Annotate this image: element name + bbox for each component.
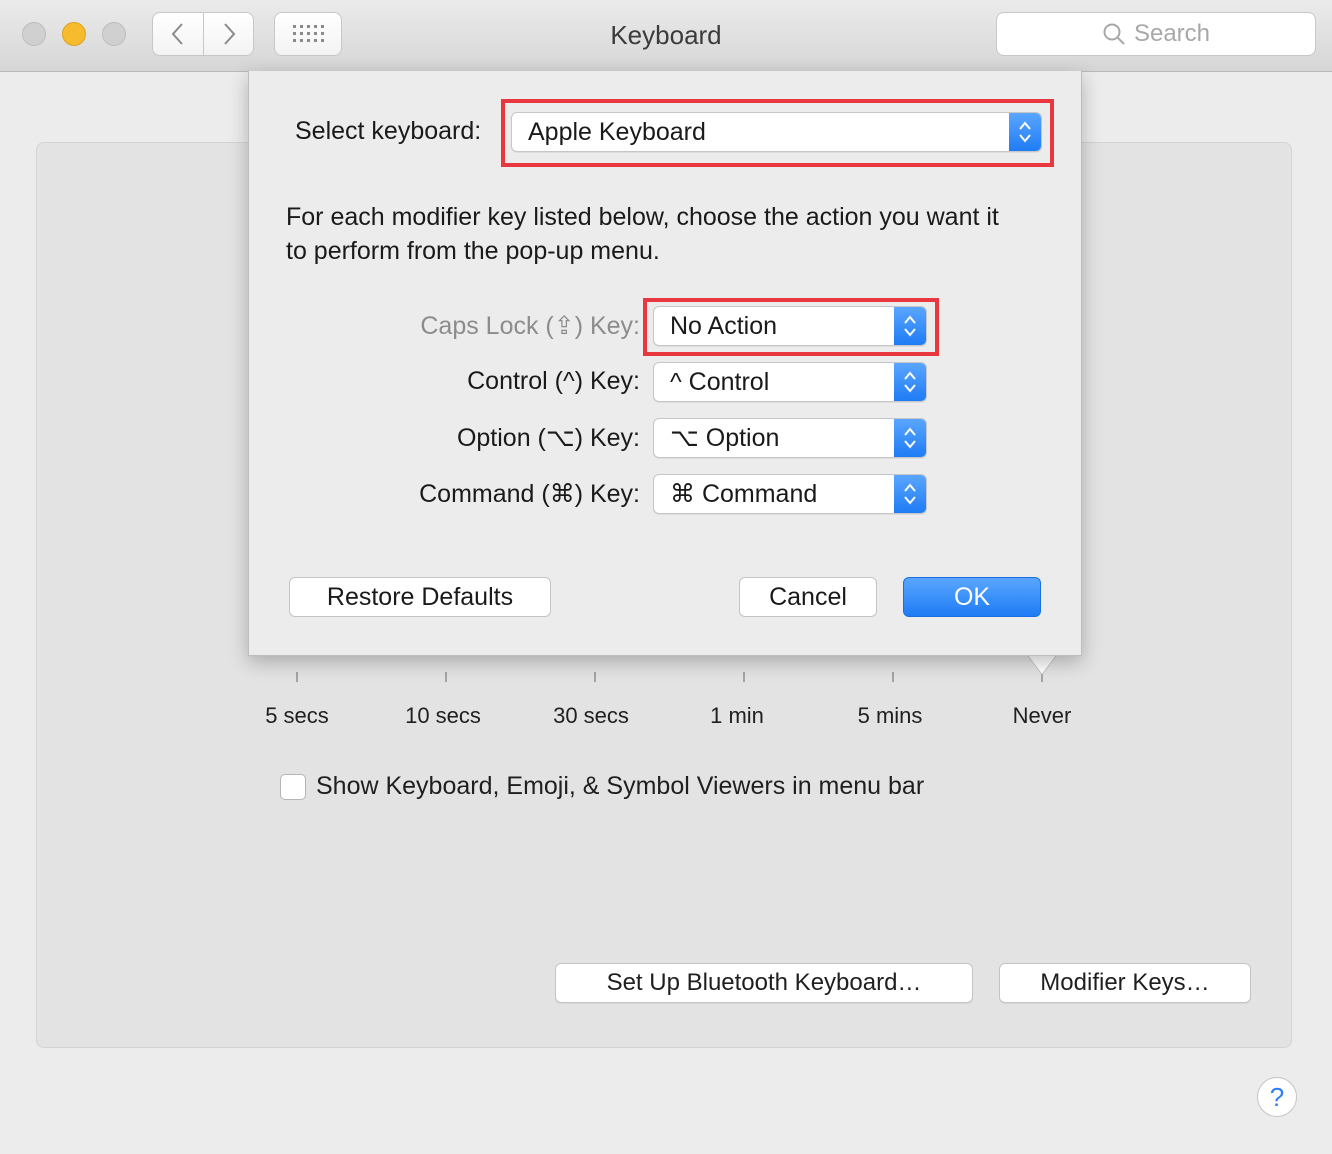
keyboard-preferences-window: Keyboard Search 5 secs 10 secs 30 secs 1… [0, 0, 1332, 1154]
modifier-keys-button[interactable]: Modifier Keys… [999, 963, 1251, 1003]
option-key-popup[interactable]: ⌥ Option [653, 418, 927, 458]
set-up-bluetooth-keyboard-button[interactable]: Set Up Bluetooth Keyboard… [555, 963, 973, 1003]
tick-label: 30 secs [553, 703, 629, 728]
option-key-label: Option (⌥) Key: [456, 424, 640, 452]
caps-lock-label: Caps Lock (⇪) Key: [420, 312, 640, 340]
control-key-label: Control (^) Key: [467, 367, 640, 395]
caps-lock-highlight-box [643, 298, 939, 356]
instructions-text: For each modifier key listed below, choo… [286, 203, 999, 265]
select-keyboard-label: Select keyboard: [295, 117, 482, 145]
tick-label: Never [1012, 703, 1072, 728]
slider-tick [743, 672, 745, 682]
slider-knob[interactable] [1027, 654, 1057, 674]
show-viewers-checkbox[interactable] [280, 773, 306, 800]
restore-defaults-button[interactable]: Restore Defaults [289, 577, 551, 617]
command-key-label: Command (⌘) Key: [419, 480, 640, 508]
command-key-value: ⌘ Command [670, 480, 818, 508]
tick-label: 1 min [710, 703, 764, 728]
search-placeholder: Search [1133, 20, 1211, 47]
show-viewers-option[interactable]: Show Keyboard, Emoji, & Symbol Viewers i… [280, 772, 924, 801]
option-key-value: ⌥ Option [670, 424, 780, 452]
updown-arrows-icon [894, 419, 926, 457]
tick-label: 5 secs [265, 703, 329, 728]
show-viewers-label: Show Keyboard, Emoji, & Symbol Viewers i… [316, 772, 925, 800]
help-button[interactable]: ? [1257, 1077, 1297, 1117]
title-bar: Keyboard Search [0, 0, 1332, 72]
command-key-popup[interactable]: ⌘ Command [653, 474, 927, 514]
ok-button[interactable]: OK [903, 577, 1041, 617]
updown-arrows-icon [894, 475, 926, 513]
updown-arrows-icon [894, 363, 926, 401]
tick-label: 10 secs [405, 703, 481, 728]
control-key-value: ^ Control [670, 367, 770, 396]
slider-tick [594, 672, 596, 682]
control-key-popup[interactable]: ^ Control [653, 362, 927, 402]
keyboard-highlight-box [501, 99, 1054, 167]
search-input[interactable]: Search [996, 12, 1316, 56]
search-icon [1103, 23, 1125, 45]
slider-tick [296, 672, 298, 682]
slider-tick [445, 672, 447, 682]
cancel-button[interactable]: Cancel [739, 577, 877, 617]
tick-label: 5 mins [857, 703, 923, 728]
slider-tick [892, 672, 894, 682]
